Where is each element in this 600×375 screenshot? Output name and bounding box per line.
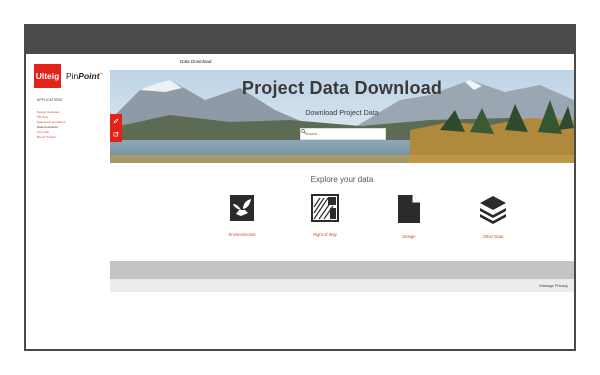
manage-privacy-link[interactable]: Manage Privacy (539, 283, 568, 288)
search-placeholder: Search... (305, 132, 321, 136)
search-input[interactable]: Search... (300, 128, 386, 140)
design-document-icon (398, 195, 420, 223)
right-of-way-icon (311, 194, 339, 222)
share-export-icon[interactable] (113, 131, 119, 137)
hero-subtitle: Download Project Data (305, 108, 379, 117)
tile-right-of-way[interactable]: Right of Way (295, 194, 355, 237)
edit-pencil-icon[interactable] (113, 118, 119, 124)
hero-banner: Project Data Download Download Project D… (110, 70, 574, 163)
app-window: Ulteig PinPoint™ APPLICATIONS Design Rev… (24, 24, 576, 351)
applications-heading: APPLICATIONS (37, 98, 63, 102)
tile-label-environmental: Environmental (228, 232, 256, 237)
sidebar: Ulteig PinPoint™ APPLICATIONS Design Rev… (26, 54, 109, 349)
layers-icon (480, 196, 506, 224)
top-bar: Data Download (109, 54, 574, 71)
sidebar-item-bionic-tracker[interactable]: Bionic Tracker (37, 135, 66, 140)
search-icon (301, 129, 306, 134)
side-action-rail (110, 114, 122, 142)
explore-heading: Explore your data (310, 175, 374, 184)
pinpoint-wordmark: PinPoint™ (66, 71, 103, 81)
tile-other-data[interactable]: Other Data (463, 194, 523, 239)
gray-band (110, 261, 574, 279)
application-list: Design Reviewer TB View Easement Conditi… (37, 110, 66, 140)
logo[interactable]: Ulteig PinPoint™ (34, 64, 103, 88)
tile-environmental[interactable]: Environmental (212, 194, 272, 237)
hero-title: Project Data Download (241, 78, 443, 98)
tile-label-design: Design (402, 234, 416, 239)
window-title-bar (26, 24, 574, 54)
page-title: Data Download (180, 59, 212, 64)
tile-label-right-of-way: Right of Way (313, 232, 337, 237)
footer: Manage Privacy (110, 279, 574, 292)
tile-design[interactable]: Design (379, 194, 439, 239)
tile-label-other-data: Other Data (482, 234, 504, 239)
environmental-icon (230, 195, 254, 221)
ulteig-logo-mark: Ulteig (34, 64, 61, 88)
